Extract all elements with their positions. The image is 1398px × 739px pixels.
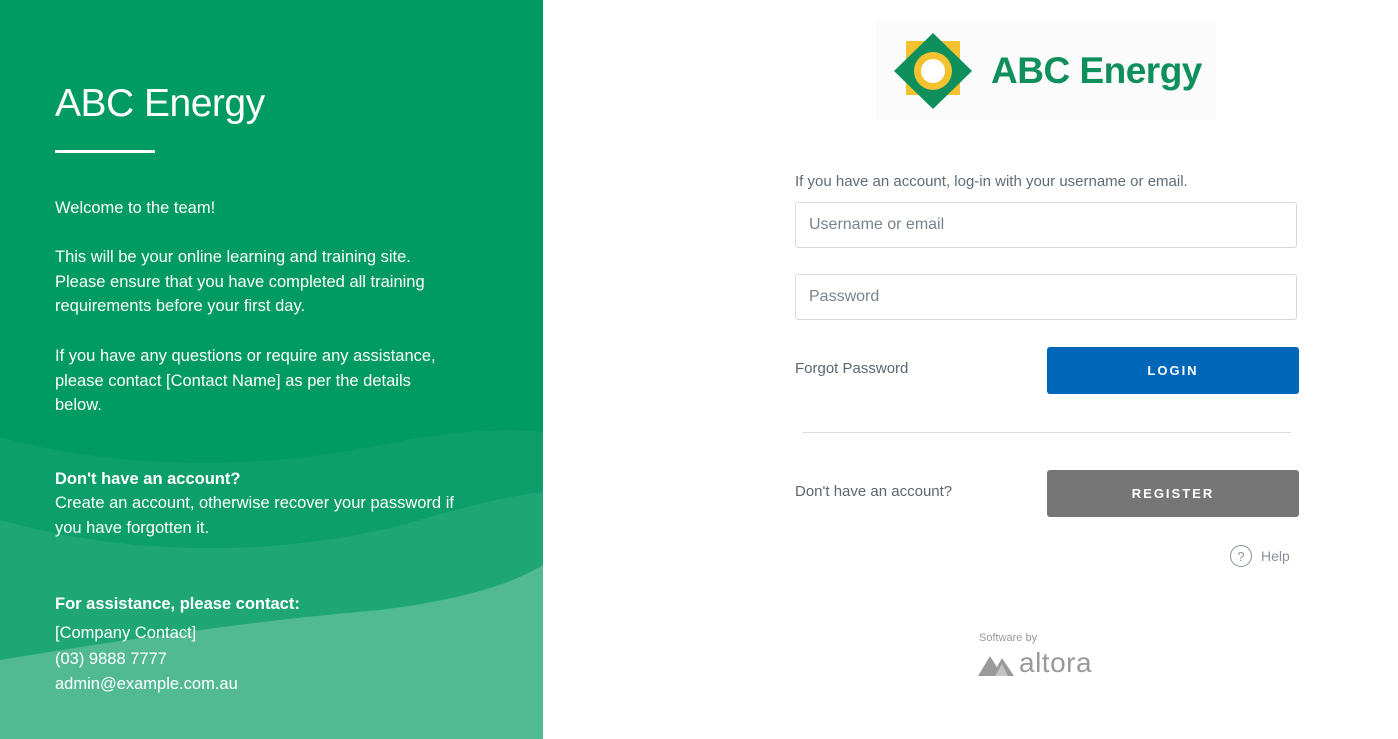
login-instructions: If you have an account, log-in with your…	[795, 173, 1188, 190]
logo-wordmark: ABC Energy	[991, 50, 1202, 91]
title-underline	[55, 150, 155, 153]
help-link[interactable]: ? Help	[1230, 545, 1290, 567]
panel-title: ABC Energy	[55, 82, 265, 125]
no-account-heading: Don't have an account?	[55, 470, 241, 488]
question-circle-icon: ?	[1230, 545, 1252, 567]
intro-text: This will be your online learning and tr…	[55, 248, 425, 315]
contact-email: admin@example.com.au	[55, 675, 238, 693]
contact-name: [Company Contact]	[55, 624, 197, 642]
questions-text: If you have any questions or require any…	[55, 347, 436, 414]
sun-diamond-logo-icon	[894, 33, 972, 109]
password-input[interactable]	[795, 274, 1297, 320]
login-button[interactable]: LOGIN	[1047, 347, 1299, 394]
no-account-text: Create an account, otherwise recover you…	[55, 494, 454, 537]
software-by-label: Software by	[979, 632, 1038, 644]
username-input[interactable]	[795, 202, 1297, 248]
altora-logo-icon	[978, 656, 1014, 676]
no-account-label: Don't have an account?	[795, 483, 953, 500]
vendor-logo: altora	[978, 647, 1092, 679]
register-button[interactable]: REGISTER	[1047, 470, 1299, 517]
contact-phone: (03) 9888 7777	[55, 650, 167, 668]
welcome-text: Welcome to the team!	[55, 199, 216, 217]
welcome-panel: ABC Energy Welcome to the team! This wil…	[0, 0, 543, 739]
vendor-name: altora	[1019, 647, 1093, 678]
assistance-heading: For assistance, please contact:	[55, 595, 300, 613]
company-logo: ABC Energy	[876, 20, 1216, 120]
login-page: ABC Energy Welcome to the team! This wil…	[0, 0, 1398, 739]
form-divider	[803, 432, 1291, 433]
forgot-password-link[interactable]: Forgot Password	[795, 360, 908, 377]
help-label: Help	[1261, 548, 1290, 564]
